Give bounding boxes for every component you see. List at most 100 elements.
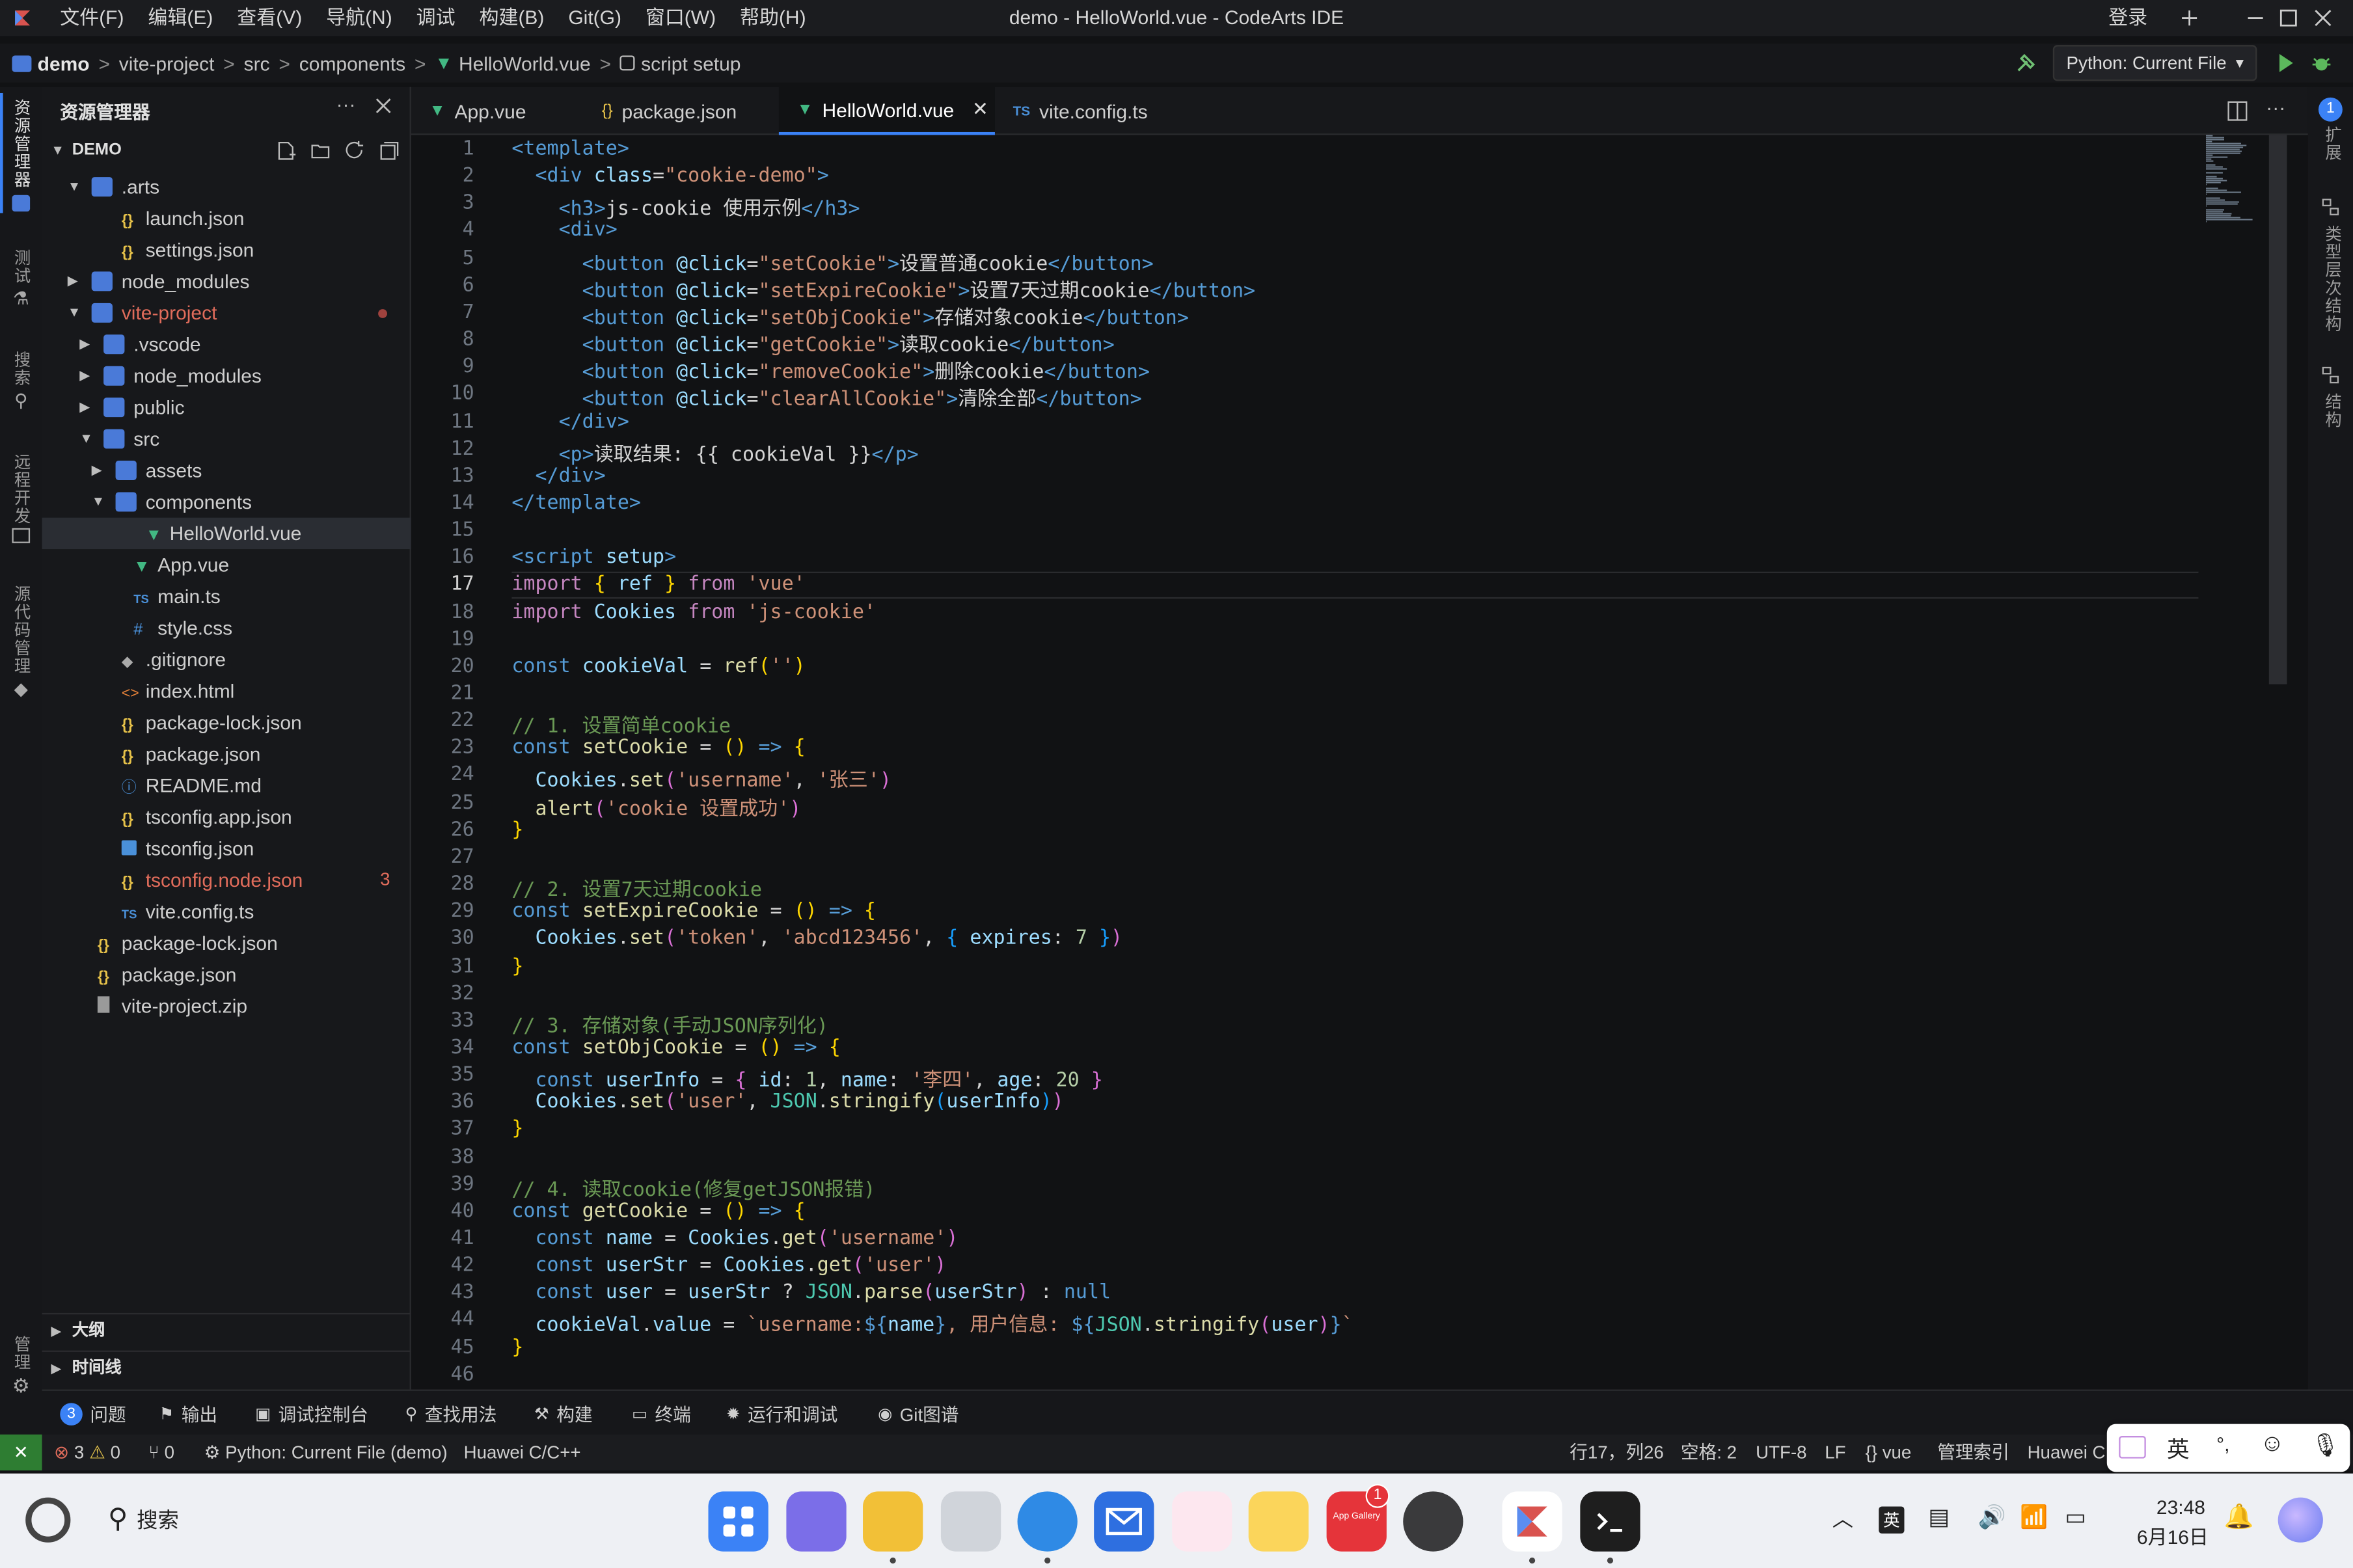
split-editor-icon[interactable] [2227, 101, 2248, 122]
tab-vite-config[interactable]: TS vite.config.ts [995, 87, 1190, 135]
recycle-bin-icon[interactable] [940, 1491, 1001, 1552]
microphone-icon[interactable]: 🎙 [2311, 1431, 2339, 1458]
indentation[interactable]: 空格: 2 [1681, 1435, 1737, 1470]
encoding[interactable]: UTF-8 [1756, 1435, 1806, 1470]
ime-language-toggle[interactable]: 英 [2167, 1433, 2190, 1464]
wifi-icon[interactable]: 📶 [2020, 1504, 2048, 1530]
activity-test[interactable]: 测试 ⚗ [0, 249, 42, 309]
assistant-icon[interactable] [2278, 1497, 2323, 1543]
notification-bell-icon[interactable]: 🔔 [2224, 1502, 2254, 1532]
menu-item[interactable]: 查看(V) [225, 0, 314, 36]
tree-file[interactable]: ⓘ README.md [42, 770, 411, 801]
menu-item[interactable]: 调试 [404, 0, 467, 36]
tree-folder[interactable]: ▼ components [42, 486, 411, 517]
menu-item[interactable]: 窗口(W) [633, 0, 728, 36]
ime-punctuation-toggle[interactable]: °, [2216, 1433, 2229, 1455]
menu-item[interactable]: 文件(F) [48, 0, 136, 36]
language-extension-status[interactable]: Huawei C/C++ [464, 1435, 581, 1470]
activity-search[interactable]: 搜索 ⚲ [0, 351, 42, 411]
tree-file[interactable]: {} tsconfig.app.json [42, 802, 411, 833]
panel-tab-terminal[interactable]: ▭ 终端 [632, 1391, 691, 1436]
tree-file[interactable]: ▼ HelloWorld.vue [42, 517, 411, 550]
new-file-icon[interactable] [276, 141, 296, 161]
right-activity-extensions[interactable]: 扩展 [2320, 126, 2344, 167]
run-icon[interactable] [2274, 51, 2298, 75]
terminal-icon[interactable] [1580, 1491, 1640, 1552]
tab-app-vue[interactable]: ▼ App.vue [411, 87, 584, 135]
files-icon[interactable] [863, 1491, 923, 1552]
mail-icon[interactable] [1094, 1491, 1154, 1552]
activity-scm[interactable]: 源代码管理 ◆ [0, 585, 42, 699]
codearts-icon[interactable] [1502, 1491, 1562, 1552]
close-icon[interactable] [375, 98, 392, 114]
menu-item[interactable]: Git(G) [556, 0, 634, 36]
activity-remote[interactable]: 远程开发 [0, 453, 42, 543]
minimap[interactable] [2203, 135, 2263, 228]
app-launcher-icon[interactable] [708, 1491, 768, 1552]
debug-icon[interactable] [2309, 51, 2333, 75]
code-editor[interactable]: 1 <template> 2 <div class="cookie-demo"> 3 … [411, 135, 2287, 1390]
panel-tab-output[interactable]: ⚑ 输出 [159, 1391, 217, 1436]
explorer-root[interactable]: ▼ DEMO [42, 135, 411, 167]
cursor-position[interactable]: 行17，列26 [1570, 1435, 1664, 1470]
scrollbar-thumb[interactable] [2268, 135, 2287, 684]
tree-file[interactable]: {} package.json [42, 959, 411, 990]
login-button[interactable]: 登录 [2108, 0, 2147, 36]
build-hammer-icon[interactable] [2014, 51, 2038, 75]
panel-tab-problems[interactable]: 3 问题 [60, 1391, 126, 1436]
tree-file[interactable]: # style.css [42, 612, 411, 643]
timeline-section[interactable]: ▶ 时间线 [42, 1353, 411, 1385]
activity-manage[interactable]: 管理 ⚙ [0, 1336, 42, 1399]
run-config-select[interactable]: Python: Current File ▼ [2052, 45, 2257, 81]
taskbar-search[interactable]: ⚲ 搜索 [108, 1504, 179, 1535]
tab-helloworld-vue[interactable]: ▼ HelloWorld.vue ✕ [778, 87, 995, 135]
tree-folder[interactable]: ▼ src [42, 423, 411, 454]
start-button[interactable] [25, 1497, 71, 1543]
ime-tray-indicator[interactable]: 英 [1879, 1506, 1905, 1534]
collapse-all-icon[interactable] [379, 141, 399, 161]
tree-file[interactable]: ◆ .gitignore [42, 643, 411, 675]
tree-folder[interactable]: ▼ vite-project [42, 297, 411, 329]
breadcrumb-item-vite-project[interactable]: vite-project [119, 52, 215, 75]
tree-file[interactable]: {} package-lock.json [42, 927, 411, 958]
volume-icon[interactable]: 🔊 [1978, 1504, 2006, 1530]
clock-date[interactable]: 6月16日 [2137, 1522, 2209, 1550]
browser-icon[interactable] [1017, 1491, 1078, 1552]
huawei-status[interactable]: Huawei C [2028, 1435, 2106, 1470]
ports-indicator[interactable]: ⑂ 0 [148, 1435, 174, 1470]
layout-icon[interactable] [2177, 6, 2201, 30]
activity-explorer[interactable]: 资源管理器 [0, 99, 42, 212]
breadcrumb-item-components[interactable]: components [299, 52, 405, 75]
tree-file[interactable]: TS vite.config.ts [42, 896, 411, 927]
tree-file[interactable]: {} package-lock.json [42, 707, 411, 738]
breadcrumb-item-file[interactable]: HelloWorld.vue [459, 52, 591, 75]
close-icon[interactable]: ✕ [972, 98, 988, 122]
multitask-icon[interactable] [786, 1491, 847, 1552]
emoji-icon[interactable]: ☺ [2260, 1431, 2285, 1459]
chevron-up-icon[interactable]: ︿ [1832, 1504, 1853, 1534]
outline-section[interactable]: ▶ 大纲 [42, 1316, 411, 1347]
tree-file[interactable]: {} tsconfig.node.json 3 [42, 864, 411, 895]
tree-folder[interactable]: ▼ .arts [42, 171, 411, 202]
more-actions-icon[interactable]: ··· [2266, 96, 2285, 119]
remote-indicator-icon[interactable]: ✕ [0, 1434, 42, 1471]
right-activity-structure[interactable]: 结构 [2320, 393, 2344, 433]
clock-time[interactable]: 23:48 [2156, 1496, 2205, 1519]
menu-item[interactable]: 帮助(H) [728, 0, 818, 36]
refresh-icon[interactable] [345, 141, 364, 161]
panel-tab-build[interactable]: ⚒ 构建 [534, 1391, 593, 1436]
tree-file[interactable]: tsconfig.json [42, 833, 411, 864]
keyboard-icon[interactable] [2119, 1436, 2146, 1459]
panel-tab-git-graph[interactable]: ◉ Git图谱 [878, 1391, 959, 1436]
tab-package-json[interactable]: {} package.json [584, 87, 779, 135]
run-config-status[interactable]: ⚙ Python: Current File (demo) [204, 1435, 448, 1470]
gallery-icon[interactable] [1172, 1491, 1232, 1552]
tree-file[interactable]: ▼ App.vue [42, 549, 411, 580]
more-actions-icon[interactable]: ··· [336, 93, 356, 116]
breadcrumb-item-src[interactable]: src [244, 52, 270, 75]
tree-file[interactable]: {} settings.json [42, 234, 411, 265]
menu-item[interactable]: 导航(N) [314, 0, 404, 36]
new-folder-icon[interactable] [310, 141, 331, 161]
breadcrumb-item-symbol[interactable]: script setup [641, 52, 741, 75]
tree-file[interactable]: {} launch.json [42, 202, 411, 234]
